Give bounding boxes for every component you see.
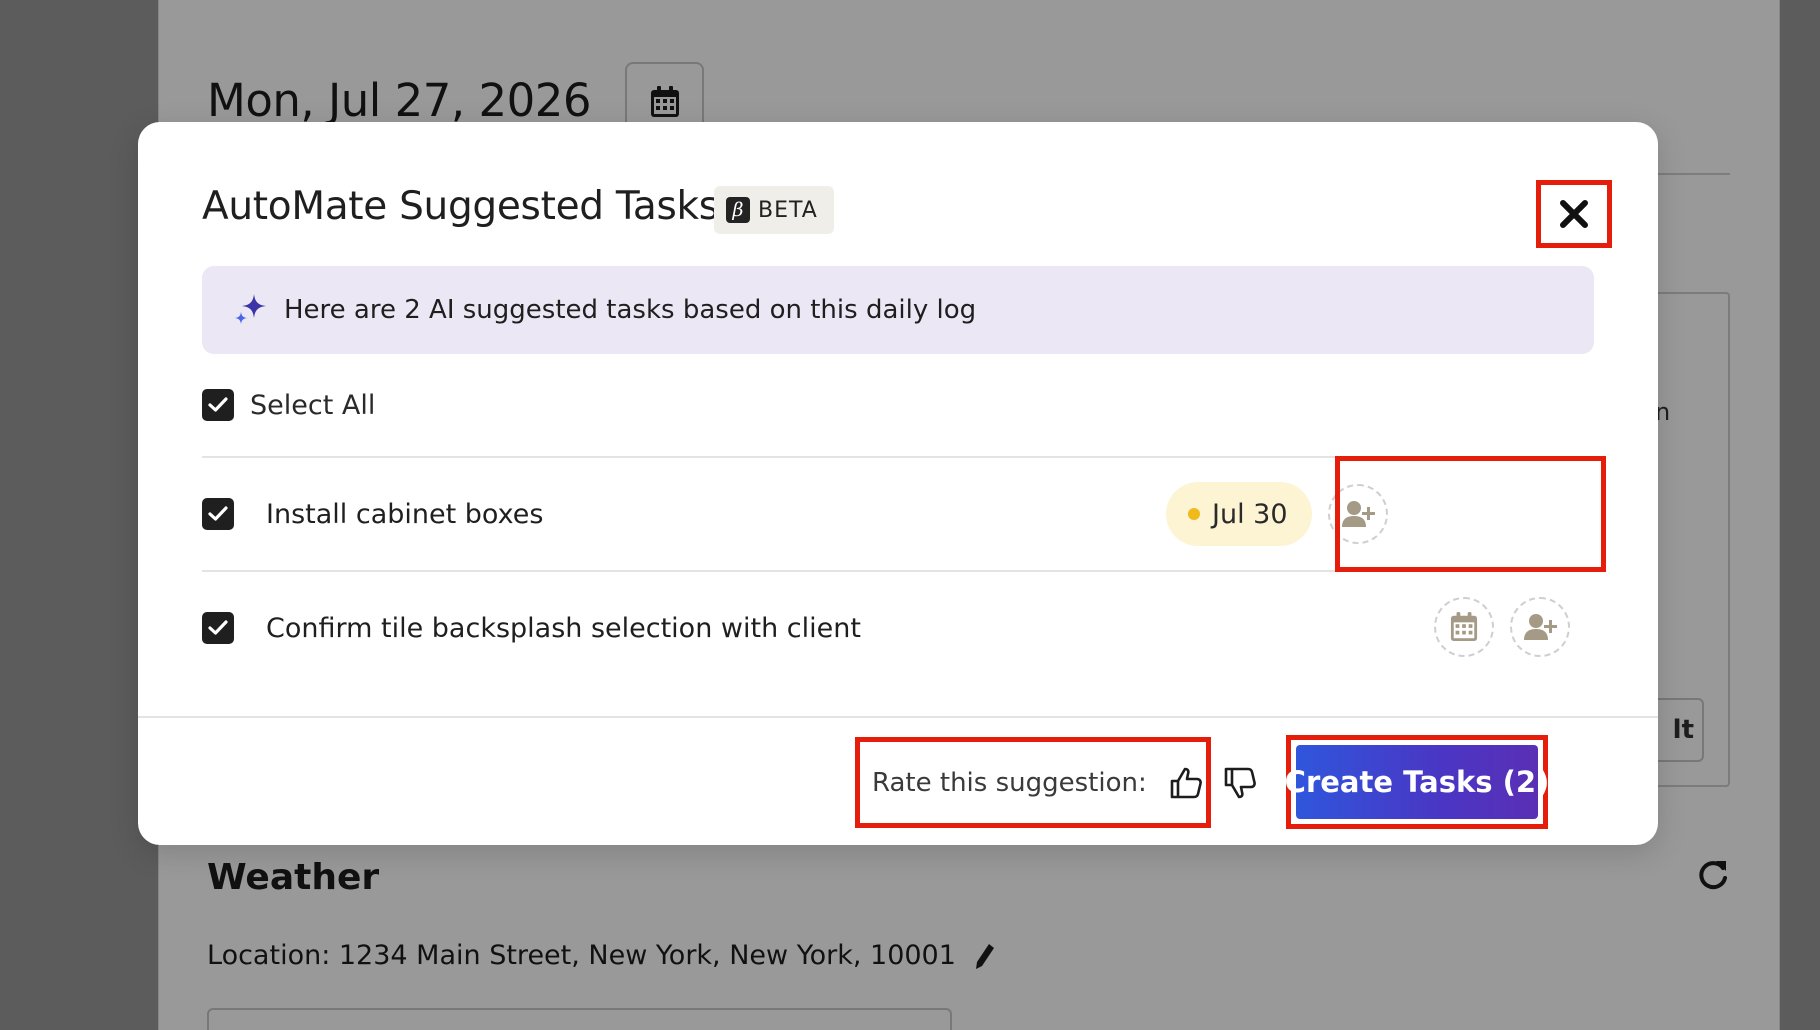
- task-row: Confirm tile backsplash selection with c…: [202, 572, 1594, 684]
- thumbs-down-button[interactable]: [1223, 764, 1257, 802]
- suggested-tasks-modal: AutoMate Suggested Tasks β BETA Here are…: [138, 122, 1658, 845]
- assign-user-button[interactable]: [1510, 597, 1570, 657]
- beta-label: BETA: [758, 197, 818, 223]
- thumbs-down-icon: [1224, 767, 1256, 798]
- footer-divider: [138, 716, 1658, 718]
- checkmark-icon: [208, 397, 228, 412]
- due-date-dot: [1188, 508, 1200, 520]
- select-all-checkbox[interactable]: [202, 389, 234, 421]
- task-actions: Jul 30: [1166, 482, 1388, 546]
- due-date-label: Jul 30: [1212, 498, 1288, 530]
- modal-title: AutoMate Suggested Tasks: [202, 184, 719, 229]
- select-all-row[interactable]: Select All: [202, 389, 375, 421]
- create-tasks-button[interactable]: Create Tasks (2): [1285, 745, 1549, 819]
- sparkle-icon: [235, 294, 266, 324]
- ai-suggestion-banner: Here are 2 AI suggested tasks based on t…: [202, 266, 1594, 354]
- create-tasks-highlight: Create Tasks (2): [1285, 735, 1549, 829]
- task-label: Install cabinet boxes: [266, 498, 544, 530]
- calendar-icon: [1450, 612, 1478, 641]
- add-user-icon: [1524, 614, 1557, 640]
- rate-label: Rate this suggestion:: [872, 767, 1147, 798]
- close-icon: [1560, 200, 1588, 228]
- rate-suggestion: Rate this suggestion:: [855, 737, 1256, 828]
- set-due-date-button[interactable]: [1434, 597, 1494, 657]
- task-checkbox[interactable]: [202, 498, 234, 530]
- select-all-label: Select All: [250, 389, 376, 421]
- assign-user-button[interactable]: [1327, 484, 1388, 544]
- thumbs-up-button[interactable]: [1169, 764, 1203, 802]
- beta-badge: β BETA: [714, 186, 834, 234]
- task-actions: [1434, 597, 1570, 657]
- ai-banner-text: Here are 2 AI suggested tasks based on t…: [284, 295, 977, 325]
- due-date-chip[interactable]: Jul 30: [1166, 482, 1312, 546]
- close-button[interactable]: [1536, 180, 1612, 248]
- checkmark-icon: [208, 506, 228, 521]
- thumbs-up-icon: [1170, 767, 1202, 798]
- add-user-icon: [1341, 501, 1375, 527]
- checkmark-icon: [208, 620, 228, 635]
- beta-icon: β: [726, 197, 750, 223]
- task-checkbox[interactable]: [202, 612, 234, 644]
- task-label: Confirm tile backsplash selection with c…: [266, 612, 861, 644]
